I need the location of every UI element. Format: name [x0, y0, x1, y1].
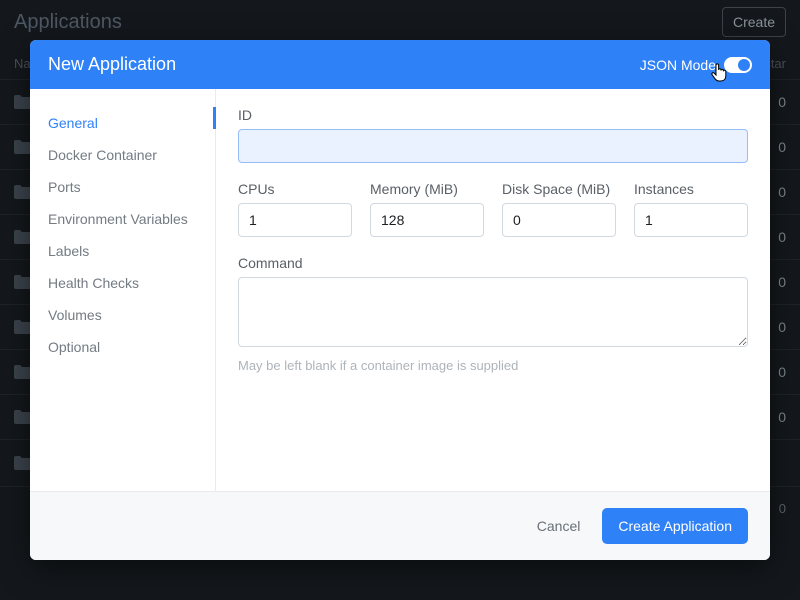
instances-input[interactable]	[634, 203, 748, 237]
sidebar-item-health-checks[interactable]: Health Checks	[30, 267, 215, 299]
sidebar-item-ports[interactable]: Ports	[30, 171, 215, 203]
sidebar-item-docker-container[interactable]: Docker Container	[30, 139, 215, 171]
id-label: ID	[238, 107, 748, 123]
disk-label: Disk Space (MiB)	[502, 181, 616, 197]
sidebar-item-optional[interactable]: Optional	[30, 331, 215, 363]
modal-sidebar: GeneralDocker ContainerPortsEnvironment …	[30, 89, 216, 491]
disk-input[interactable]	[502, 203, 616, 237]
create-button[interactable]: Create	[722, 7, 786, 37]
memory-label: Memory (MiB)	[370, 181, 484, 197]
json-mode-label: JSON Mode	[640, 57, 716, 73]
page-title: Applications	[14, 11, 122, 34]
cancel-button[interactable]: Cancel	[531, 510, 587, 542]
memory-input[interactable]	[370, 203, 484, 237]
sidebar-item-general[interactable]: General	[30, 107, 215, 139]
json-mode-toggle[interactable]	[724, 57, 752, 73]
sidebar-item-volumes[interactable]: Volumes	[30, 299, 215, 331]
command-textarea[interactable]	[238, 277, 748, 347]
command-label: Command	[238, 255, 748, 271]
command-help-text: May be left blank if a container image i…	[238, 358, 748, 373]
create-application-button[interactable]: Create Application	[602, 508, 748, 544]
form-general: ID CPUs Memory (MiB) Disk Space (MiB) In	[216, 89, 770, 491]
cpus-label: CPUs	[238, 181, 352, 197]
sidebar-item-environment-variables[interactable]: Environment Variables	[30, 203, 215, 235]
modal-footer: Cancel Create Application	[30, 491, 770, 560]
instances-label: Instances	[634, 181, 748, 197]
new-application-modal: New Application JSON Mode GeneralDocker …	[30, 40, 770, 560]
sidebar-item-labels[interactable]: Labels	[30, 235, 215, 267]
modal-title: New Application	[48, 54, 176, 75]
cpus-input[interactable]	[238, 203, 352, 237]
modal-header: New Application JSON Mode	[30, 40, 770, 89]
id-input[interactable]	[238, 129, 748, 163]
